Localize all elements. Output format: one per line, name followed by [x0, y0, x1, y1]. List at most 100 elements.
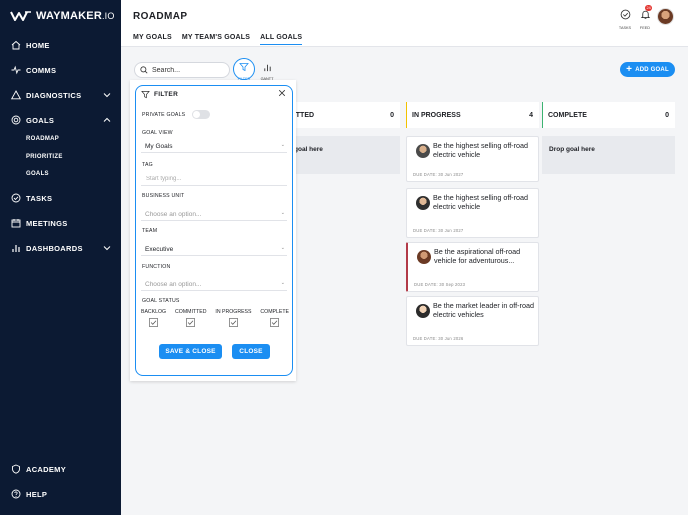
- goal-view-label: GOAL VIEW: [142, 130, 173, 136]
- goal-card[interactable]: Be the highest selling off-road electric…: [406, 188, 539, 238]
- brand-logo[interactable]: WAYMAKER.IO: [10, 10, 115, 22]
- avatar: [416, 196, 430, 210]
- sidebar-item-label: TASKS: [26, 193, 53, 203]
- status-backlog[interactable]: BACKLOG: [141, 309, 166, 327]
- goal-status-label: GOAL STATUS: [142, 298, 180, 304]
- sidebar-item-help[interactable]: HELP: [0, 484, 121, 504]
- goal-card[interactable]: Be the aspirational off-road vehicle for…: [406, 242, 539, 292]
- sidebar-subitem-goals[interactable]: GOALS: [26, 171, 49, 177]
- feed-badge: 24: [645, 5, 653, 11]
- goal-card[interactable]: Be the highest selling off-road electric…: [406, 136, 539, 182]
- tag-input[interactable]: [141, 173, 287, 186]
- sidebar-item-label: ACADEMY: [26, 464, 67, 474]
- sidebar: WAYMAKER.IO HOME COMMS DIAGNOSTICS GOALS…: [0, 0, 121, 515]
- goal-due-date: DUE DATE: 30 Sep 2023: [414, 282, 466, 287]
- chevron-down-icon: ⌄: [280, 280, 285, 286]
- tag-label: TAG: [142, 162, 153, 168]
- add-goal-button[interactable]: + ADD GOAL: [620, 62, 675, 77]
- status-label: IN PROGRESS: [215, 309, 252, 315]
- sidebar-item-label: MEETINGS: [26, 218, 68, 228]
- tab-my-goals[interactable]: MY GOALS: [133, 34, 172, 45]
- goal-card[interactable]: Be the market leader in off-road electri…: [406, 296, 539, 346]
- chevron-down-icon: ⌄: [280, 245, 285, 251]
- status-complete[interactable]: COMPLETE: [260, 309, 289, 327]
- brand-name: WAYMAKER.IO: [36, 10, 115, 22]
- team-select[interactable]: Executive ⌄: [141, 243, 287, 256]
- sidebar-item-label: HOME: [26, 40, 50, 50]
- calendar-icon: [10, 218, 21, 229]
- column-complete-header: COMPLETE 0: [542, 102, 675, 128]
- sidebar-item-tasks[interactable]: TASKS: [0, 188, 121, 208]
- close-icon[interactable]: [278, 89, 286, 97]
- goal-view-select[interactable]: My Goals ⌄: [141, 140, 287, 153]
- goal-due-date: DUE DATE: 30 Jun 2026: [413, 336, 464, 341]
- private-goals-label: PRIVATE GOALS: [142, 112, 186, 118]
- checkbox-checked-icon[interactable]: [270, 318, 280, 327]
- sidebar-subitem-prioritize[interactable]: PRIORITIZE: [26, 154, 63, 160]
- sidebar-item-comms[interactable]: COMMS: [0, 60, 121, 80]
- filter-button[interactable]: FILTER: [233, 58, 255, 81]
- tab-all-goals[interactable]: ALL GOALS: [260, 34, 303, 45]
- chevron-down-icon: ⌄: [280, 210, 285, 216]
- sidebar-item-label: GOALS: [26, 115, 55, 125]
- chevron-up-icon[interactable]: [102, 115, 112, 125]
- check-circle-icon: [620, 9, 630, 20]
- user-avatar[interactable]: [657, 8, 674, 25]
- goal-title: Be the aspirational off-road vehicle for…: [434, 247, 521, 265]
- sidebar-item-label: DASHBOARDS: [26, 243, 83, 253]
- tasks-button[interactable]: TASKS: [615, 7, 635, 30]
- goal-title: Be the market leader in off-road electri…: [433, 301, 534, 319]
- checkbox-checked-icon[interactable]: [186, 318, 196, 327]
- search-input[interactable]: [152, 66, 222, 74]
- chevron-down-icon[interactable]: [102, 243, 112, 253]
- checkbox-checked-icon[interactable]: [229, 318, 238, 327]
- gantt-button[interactable]: GANTT: [256, 59, 278, 81]
- sidebar-item-meetings[interactable]: MEETINGS: [0, 213, 121, 233]
- bar-chart-icon: [10, 243, 21, 254]
- business-unit-placeholder: Choose an option...: [145, 211, 202, 218]
- filter-icon: [141, 90, 150, 99]
- column-title: COMPLETE: [548, 111, 587, 119]
- goal-title: Be the highest selling off-road electric…: [433, 193, 528, 211]
- close-button[interactable]: CLOSE: [232, 344, 270, 359]
- goal-due-date: DUE DATE: 30 Jun 2027: [413, 228, 464, 233]
- private-goals-toggle[interactable]: [192, 110, 210, 119]
- waymaker-logo-icon: [10, 11, 31, 21]
- sidebar-item-dashboards[interactable]: DASHBOARDS: [0, 238, 121, 258]
- function-label: FUNCTION: [142, 264, 171, 270]
- business-unit-select[interactable]: Choose an option... ⌄: [141, 208, 287, 221]
- search-icon: [140, 66, 148, 74]
- status-committed[interactable]: COMMITTED: [175, 309, 206, 327]
- feed-button[interactable]: 24 FEED: [635, 5, 655, 30]
- drop-zone-committed[interactable]: goal here: [283, 136, 400, 174]
- goal-view-value: My Goals: [145, 143, 173, 150]
- sidebar-item-goals[interactable]: GOALS: [0, 110, 121, 130]
- sidebar-item-home[interactable]: HOME: [0, 35, 121, 55]
- function-select[interactable]: Choose an option... ⌄: [141, 278, 287, 291]
- add-goal-label: ADD GOAL: [635, 66, 669, 73]
- tab-my-teams-goals[interactable]: MY TEAM'S GOALS: [182, 34, 250, 45]
- function-placeholder: Choose an option...: [145, 281, 202, 288]
- sidebar-item-academy[interactable]: ACADEMY: [0, 459, 121, 479]
- team-label: TEAM: [142, 228, 158, 234]
- drop-zone-complete[interactable]: Drop goal here: [542, 136, 675, 174]
- column-count: 0: [665, 111, 669, 119]
- chevron-down-icon: ⌄: [280, 142, 285, 148]
- save-close-button[interactable]: SAVE & CLOSE: [159, 344, 222, 359]
- column-committed-header: MITTED 0: [283, 102, 400, 128]
- page-title: ROADMAP: [133, 11, 188, 22]
- status-in-progress[interactable]: IN PROGRESS: [215, 309, 251, 327]
- team-value: Executive: [145, 246, 174, 253]
- sidebar-subitem-roadmap[interactable]: ROADMAP: [26, 136, 59, 142]
- sidebar-item-diagnostics[interactable]: DIAGNOSTICS: [0, 85, 121, 105]
- chevron-down-icon[interactable]: [102, 90, 112, 100]
- goal-tabs: MY GOALS MY TEAM'S GOALS ALL GOALS: [133, 34, 303, 45]
- checkbox-checked-icon[interactable]: [149, 318, 158, 327]
- plus-icon: +: [626, 63, 633, 75]
- column-count: 4: [529, 111, 533, 119]
- filter-panel: FILTER PRIVATE GOALS GOAL VIEW My Goals …: [135, 85, 293, 376]
- shield-icon: [10, 464, 21, 475]
- search-box[interactable]: [134, 62, 230, 78]
- triangle-icon: [10, 90, 21, 101]
- column-in-progress-header: IN PROGRESS 4: [406, 102, 539, 128]
